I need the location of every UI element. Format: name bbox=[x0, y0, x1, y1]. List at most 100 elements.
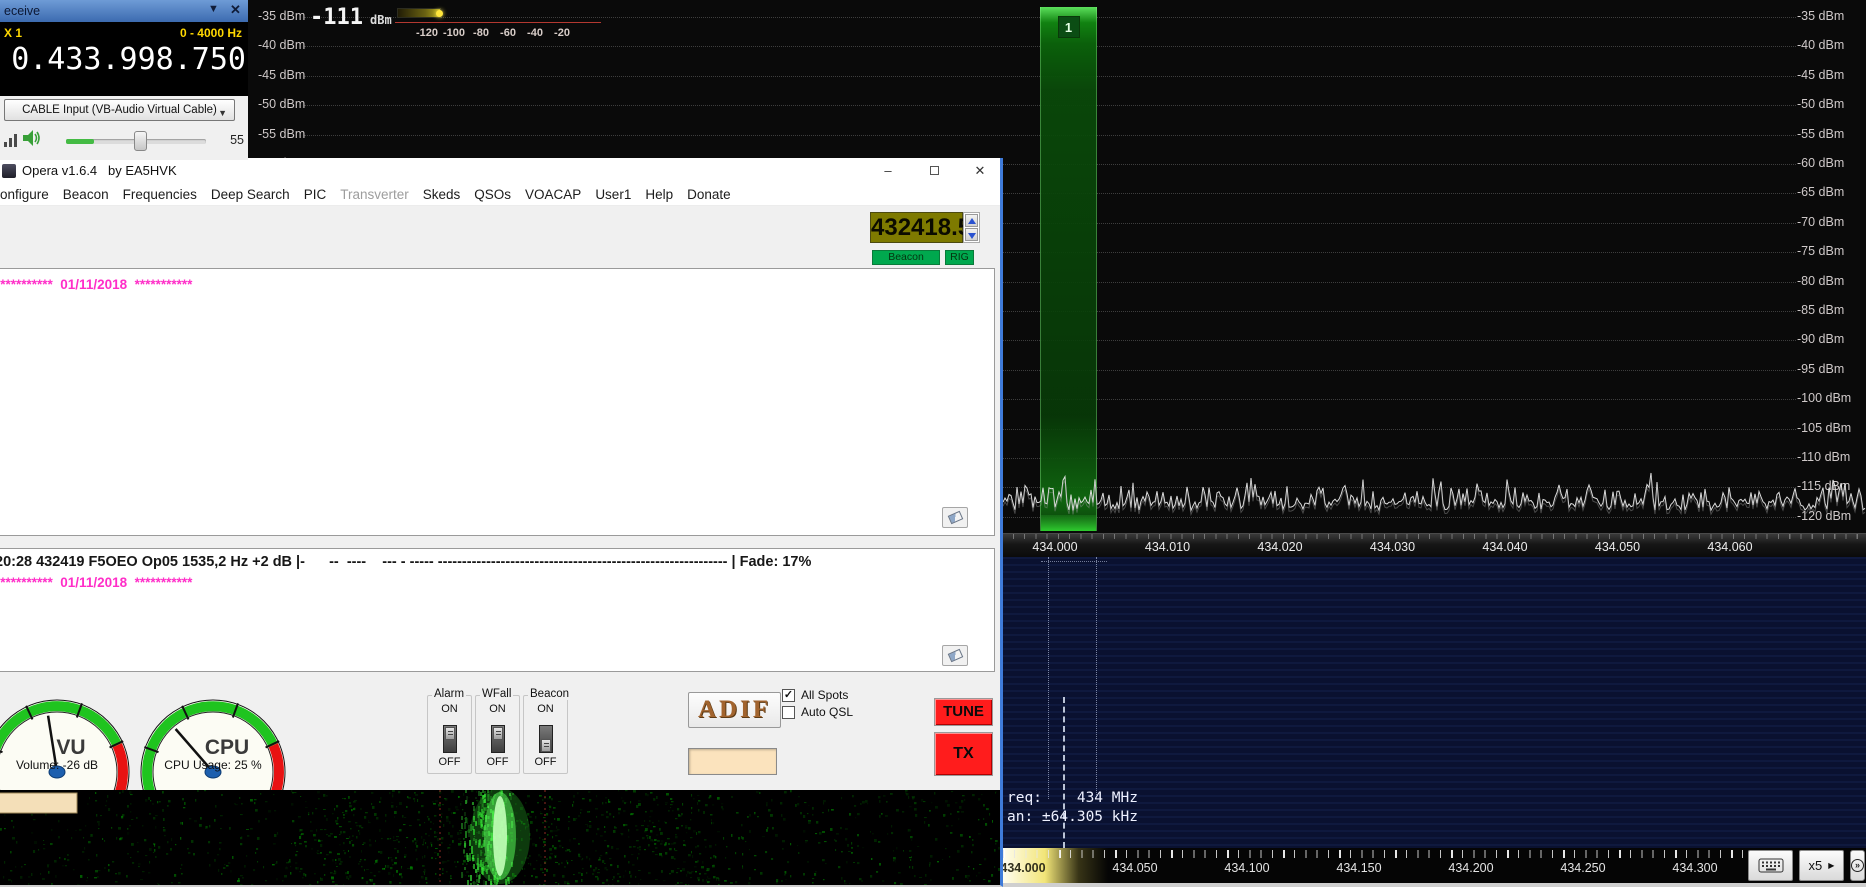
beacon-frequency-input[interactable]: 432418.5 bbox=[870, 212, 963, 243]
menu-item-skeds[interactable]: Skeds bbox=[423, 187, 461, 202]
toggle-switch[interactable] bbox=[539, 725, 553, 753]
band-top-line bbox=[1041, 561, 1107, 562]
adif-export-button[interactable]: ADIF bbox=[688, 692, 781, 728]
collapse-icon[interactable]: ▼ bbox=[208, 3, 219, 15]
signal-meter-axis bbox=[395, 22, 601, 23]
frequency-tick-label: 434.050 bbox=[1595, 540, 1640, 554]
menu-item-beacon[interactable]: Beacon bbox=[63, 187, 109, 202]
overview-tick-label: 434.050 bbox=[1112, 861, 1157, 875]
meter-tick-label: -80 bbox=[473, 27, 489, 39]
channel-label: X 1 bbox=[4, 26, 22, 40]
dbm-label-right: -90 dBm bbox=[1797, 332, 1844, 346]
clear-decodes-button[interactable] bbox=[942, 645, 968, 666]
tuned-frequency[interactable]: 0.433.998.750 bbox=[0, 42, 246, 77]
dbm-label-right: -70 dBm bbox=[1797, 215, 1844, 229]
dbm-label-right: -60 dBm bbox=[1797, 156, 1844, 170]
menu-item-help[interactable]: Help bbox=[645, 187, 673, 202]
frequency-spinner[interactable] bbox=[963, 212, 980, 243]
frequency-tick-label: 434.010 bbox=[1145, 540, 1190, 554]
spots-panel[interactable]: *********** 01/11/2018 *********** bbox=[0, 268, 995, 536]
checkbox-row-auto-qsl[interactable]: Auto QSL bbox=[782, 705, 853, 719]
menu-item-deep-search[interactable]: Deep Search bbox=[211, 187, 290, 202]
message-input[interactable] bbox=[688, 748, 777, 775]
cpu-gauge: CPU bbox=[138, 686, 288, 790]
menu-item-onfigure[interactable]: onfigure bbox=[0, 187, 49, 202]
receiver-window: eceive ▼ ✕ X 1 0 - 4000 Hz 0.433.998.750… bbox=[0, 0, 248, 160]
switch-label: WFall bbox=[480, 688, 513, 700]
checkbox[interactable] bbox=[782, 706, 795, 719]
menu-item-frequencies[interactable]: Frequencies bbox=[123, 187, 197, 202]
speaker-icon[interactable] bbox=[22, 129, 42, 148]
frequency-tick-label: 434.040 bbox=[1482, 540, 1527, 554]
menu-item-transverter[interactable]: Transverter bbox=[340, 187, 409, 202]
menu-item-qsos[interactable]: QSOs bbox=[474, 187, 511, 202]
keyboard-icon bbox=[1758, 858, 1784, 873]
menu-item-voacap[interactable]: VOACAP bbox=[525, 187, 581, 202]
signal-level-unit: dBm bbox=[370, 13, 392, 27]
audio-device-select[interactable]: CABLE Input (VB-Audio Virtual Cable) ▼ bbox=[4, 99, 235, 121]
signal-level-value: -111 bbox=[310, 5, 363, 30]
band-edge-line bbox=[1096, 557, 1097, 799]
menu-item-user1[interactable]: User1 bbox=[595, 187, 631, 202]
waterfall-panel[interactable]: req: 434 MHz an: ±64.305 kHz bbox=[1003, 557, 1866, 848]
overview-tick-label: 434.200 bbox=[1448, 861, 1493, 875]
dbm-label-right: -80 dBm bbox=[1797, 274, 1844, 288]
checkbox-row-all-spots[interactable]: ✓All Spots bbox=[782, 688, 848, 702]
close-icon[interactable]: ✕ bbox=[230, 2, 241, 18]
cpu-caption: CPU Usage: 25 % bbox=[138, 758, 288, 772]
date-banner: *********** 01/11/2018 *********** bbox=[0, 575, 192, 590]
zoom-factor-label: x5 bbox=[1809, 858, 1823, 873]
decode-panel[interactable]: 20:28 432419 F5OEO Op05 1535,2 Hz +2 dB … bbox=[0, 548, 995, 672]
menu-item-donate[interactable]: Donate bbox=[687, 187, 731, 202]
dbm-label-left: -35 dBm bbox=[258, 9, 305, 23]
volume-slider-thumb[interactable] bbox=[134, 131, 147, 151]
overview-tick-label: 434.250 bbox=[1560, 861, 1605, 875]
frequency-overview-bar[interactable]: 434.000434.050434.100434.150434.200434.2… bbox=[1003, 848, 1866, 883]
dbm-label-right: -105 dBm bbox=[1797, 421, 1851, 435]
toggle-knob bbox=[445, 727, 455, 740]
checkbox[interactable]: ✓ bbox=[782, 689, 795, 702]
screen-edge-strip bbox=[1003, 883, 1866, 887]
dbm-label-left: -55 dBm bbox=[258, 127, 305, 141]
receiver-titlebar[interactable]: eceive ▼ ✕ bbox=[0, 0, 248, 22]
audio-waterfall[interactable] bbox=[0, 790, 1002, 885]
zoom-factor-button[interactable]: x5 ▶ bbox=[1799, 850, 1844, 881]
bandwidth-label: 0 - 4000 Hz bbox=[180, 26, 242, 40]
beacon-mode-button[interactable]: Beacon bbox=[872, 250, 940, 265]
frequency-tick-label: 434.060 bbox=[1707, 540, 1752, 554]
switch-label: Beacon bbox=[528, 688, 571, 700]
spin-up-button[interactable] bbox=[965, 214, 978, 227]
decode-line: 20:28 432419 F5OEO Op05 1535,2 Hz +2 dB … bbox=[0, 554, 811, 570]
maximize-button[interactable] bbox=[913, 158, 955, 184]
spin-down-button[interactable] bbox=[965, 228, 978, 241]
menu-item-pic[interactable]: PIC bbox=[304, 187, 327, 202]
frequency-tick-label: 434.030 bbox=[1370, 540, 1415, 554]
dbm-label-right: -55 dBm bbox=[1797, 127, 1844, 141]
vu-gauge: VU bbox=[0, 686, 132, 790]
switch-off-label: OFF bbox=[476, 756, 519, 768]
autoscroll-button[interactable]: » bbox=[1850, 850, 1865, 881]
levels-icon bbox=[4, 134, 18, 147]
switch-off-label: OFF bbox=[524, 756, 567, 768]
opera-titlebar[interactable]: Opera v1.6.4 by EA5HVK – ✕ bbox=[0, 158, 1000, 184]
fast-forward-icon: » bbox=[1851, 859, 1864, 872]
frequency-tick-label: 434.020 bbox=[1257, 540, 1302, 554]
close-button[interactable]: ✕ bbox=[959, 158, 1001, 184]
toggle-switch[interactable] bbox=[443, 725, 457, 753]
toggle-knob bbox=[493, 727, 503, 740]
switch-label: Alarm bbox=[432, 688, 466, 700]
opera-window: Opera v1.6.4 by EA5HVK – ✕ onfigure Beaco… bbox=[0, 158, 1003, 887]
keyboard-entry-button[interactable] bbox=[1748, 850, 1793, 881]
minimize-button[interactable]: – bbox=[867, 158, 909, 184]
tune-button[interactable]: TUNE bbox=[934, 698, 993, 726]
clear-spots-button[interactable] bbox=[942, 507, 968, 528]
tx-button[interactable]: TX bbox=[934, 732, 993, 776]
toggle-switch[interactable] bbox=[491, 725, 505, 753]
switch-alarm: AlarmONOFF bbox=[427, 695, 472, 774]
opera-title: Opera v1.6.4 by EA5HVK bbox=[22, 163, 177, 178]
rig-button[interactable]: RIG bbox=[945, 250, 974, 265]
menu-bar: onfigure Beacon Frequencies Deep Search PIC T… bbox=[0, 184, 1000, 206]
switch-on-label: ON bbox=[524, 703, 567, 715]
receiver-title: eceive bbox=[4, 4, 40, 18]
channel-band[interactable]: 1 bbox=[1040, 7, 1097, 531]
